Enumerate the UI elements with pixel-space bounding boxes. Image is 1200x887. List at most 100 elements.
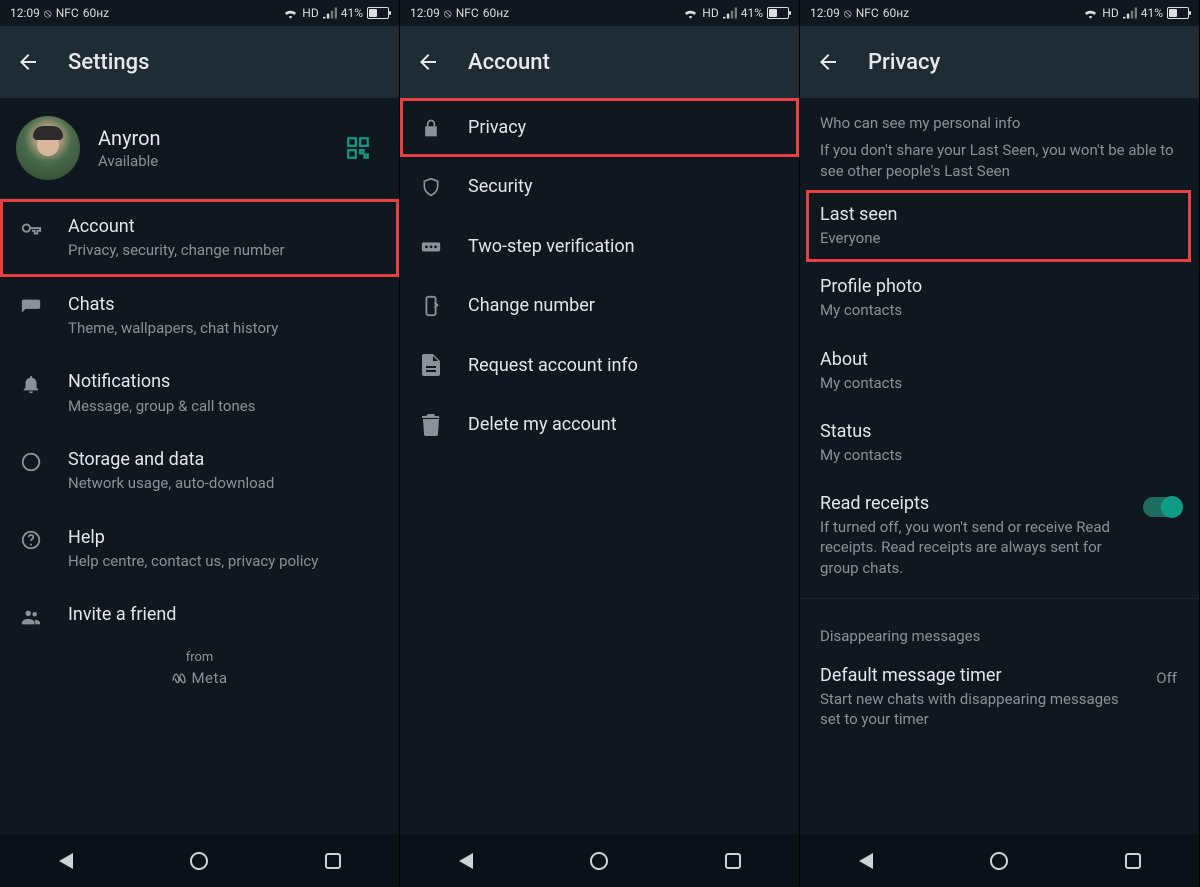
battery-icon [367, 7, 389, 19]
row-title: Read receipts [820, 493, 1129, 514]
status-nfc: NFC [56, 6, 79, 20]
alarm-off-icon: ⦸ [444, 6, 452, 21]
account-item-privacy[interactable]: Privacy [400, 98, 799, 157]
nav-back[interactable] [59, 853, 73, 869]
battery-icon [1167, 7, 1189, 19]
nav-home[interactable] [990, 852, 1008, 870]
item-subtitle: Theme, wallpapers, chat history [68, 318, 383, 338]
pin-icon [416, 238, 446, 254]
nav-home[interactable] [190, 852, 208, 870]
item-title: Change number [468, 294, 783, 317]
status-nfc: NFC [856, 6, 879, 20]
row-title: Last seen [820, 204, 1171, 225]
privacy-row-last-seen[interactable]: Last seen Everyone [806, 190, 1191, 262]
phone-swap-icon [416, 295, 446, 317]
privacy-section-note: Who can see my personal info If you don'… [800, 98, 1199, 190]
signal-icon [323, 7, 337, 19]
read-receipts-toggle[interactable] [1143, 497, 1181, 517]
nav-recent[interactable] [1125, 853, 1141, 869]
screen-settings: 12:09 ⦸ NFC 60нz HD 41% Settings [0, 0, 400, 887]
privacy-row-default-timer[interactable]: Default message timer Start new chats wi… [800, 651, 1199, 744]
divider [800, 598, 1199, 599]
status-refresh: 60нz [883, 6, 909, 20]
settings-item-invite[interactable]: Invite a friend [0, 587, 399, 644]
signal-icon [723, 7, 737, 19]
item-title: Account [68, 215, 383, 238]
profile-status: Available [98, 152, 383, 170]
privacy-row-read-receipts[interactable]: Read receipts If turned off, you won't s… [800, 479, 1199, 592]
status-bar: 12:09 ⦸ NFC 60нz HD 41% [800, 0, 1199, 26]
item-title: Help [68, 526, 383, 549]
avatar [16, 116, 80, 180]
back-button[interactable] [814, 48, 842, 76]
signal-icon [1123, 7, 1137, 19]
system-nav-bar [800, 835, 1199, 887]
account-item-change-number[interactable]: Change number [400, 276, 799, 335]
app-header: Account [400, 26, 799, 98]
settings-item-storage[interactable]: Storage and data Network usage, auto-dow… [0, 432, 399, 510]
system-nav-bar [400, 835, 799, 887]
item-subtitle: Message, group & call tones [68, 396, 383, 416]
status-refresh: 60нz [83, 6, 109, 20]
page-title: Account [468, 50, 550, 75]
item-title: Request account info [468, 354, 783, 377]
item-title: Privacy [468, 116, 783, 139]
status-refresh: 60нz [483, 6, 509, 20]
row-value: Everyone [820, 228, 1171, 248]
app-header: Privacy [800, 26, 1199, 98]
settings-item-help[interactable]: Help Help centre, contact us, privacy po… [0, 510, 399, 588]
key-icon [16, 215, 46, 240]
from-label: from [0, 650, 399, 665]
back-button[interactable] [14, 48, 42, 76]
item-title: Storage and data [68, 448, 383, 471]
data-icon [16, 448, 46, 473]
status-time: 12:09 [410, 6, 440, 20]
qr-code-icon[interactable] [345, 135, 371, 161]
help-icon [16, 526, 46, 551]
meta-icon [171, 670, 187, 686]
nav-back[interactable] [459, 853, 473, 869]
wifi-icon [683, 7, 698, 19]
profile-name: Anyron [98, 126, 383, 150]
privacy-row-status[interactable]: Status My contacts [800, 407, 1199, 479]
nav-recent[interactable] [325, 853, 341, 869]
system-nav-bar [0, 835, 399, 887]
nav-recent[interactable] [725, 853, 741, 869]
section-title: Who can see my personal info [820, 114, 1179, 132]
screen-account: 12:09 ⦸ NFC 60нz HD 41% Account Privacy [400, 0, 800, 887]
account-item-delete[interactable]: Delete my account [400, 395, 799, 454]
settings-item-chats[interactable]: Chats Theme, wallpapers, chat history [0, 277, 399, 355]
shield-icon [416, 177, 446, 197]
account-item-two-step[interactable]: Two-step verification [400, 217, 799, 276]
people-icon [16, 603, 46, 628]
meta-label: Meta [191, 669, 227, 687]
status-hd: HD [302, 6, 318, 20]
account-item-request-info[interactable]: Request account info [400, 336, 799, 395]
row-title: About [820, 349, 1179, 370]
doc-icon [416, 354, 446, 376]
item-title: Two-step verification [468, 235, 783, 258]
section-subtitle: If you don't share your Last Seen, you w… [820, 140, 1179, 182]
trash-icon [416, 414, 446, 436]
page-title: Privacy [868, 50, 940, 75]
status-battery-pct: 41% [741, 6, 763, 20]
app-header: Settings [0, 26, 399, 98]
settings-item-account[interactable]: Account Privacy, security, change number [0, 199, 399, 277]
row-title: Profile photo [820, 276, 1179, 297]
nav-home[interactable] [590, 852, 608, 870]
item-title: Invite a friend [68, 603, 383, 626]
back-button[interactable] [414, 48, 442, 76]
privacy-row-about[interactable]: About My contacts [800, 335, 1199, 407]
lock-icon [416, 118, 446, 138]
status-nfc: NFC [456, 6, 479, 20]
nav-back[interactable] [859, 853, 873, 869]
account-item-security[interactable]: Security [400, 157, 799, 216]
row-title: Default message timer [820, 665, 1129, 686]
alarm-off-icon: ⦸ [844, 6, 852, 21]
privacy-row-profile-photo[interactable]: Profile photo My contacts [800, 262, 1199, 334]
chat-icon [16, 293, 46, 318]
row-value: My contacts [820, 445, 1179, 465]
settings-item-notifications[interactable]: Notifications Message, group & call tone… [0, 354, 399, 432]
profile-row[interactable]: Anyron Available [0, 98, 399, 199]
row-desc: Start new chats with disappearing messag… [820, 689, 1129, 730]
